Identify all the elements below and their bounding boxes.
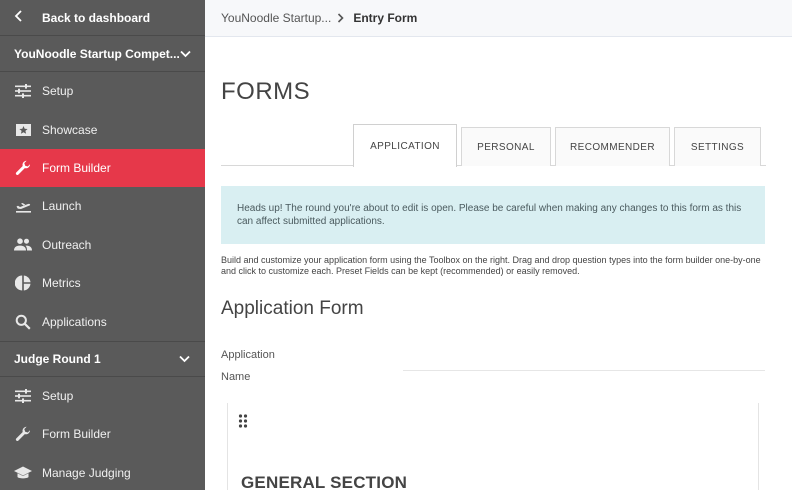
sidebar-item-label: Setup [42,84,74,99]
tab-recommender[interactable]: RECOMMENDER [555,127,670,166]
sidebar-item-label: Form Builder [42,160,111,175]
sidebar-item-round-setup[interactable]: Setup [0,377,205,415]
application-name-label: Application Name [221,344,275,388]
sidebar-item-launch[interactable]: Launch [0,187,205,225]
plane-icon [14,197,32,215]
form-tabs: APPLICATION PERSONAL RECOMMENDER SETTING… [221,124,766,167]
application-name-input[interactable] [403,370,765,371]
back-to-dashboard-label: Back to dashboard [42,10,151,25]
breadcrumb: YouNoodle Startup... Entry Form [205,0,792,37]
graduation-cap-icon [14,464,32,482]
sidebar-item-label: Manage Judging [42,465,131,480]
sidebar-item-setup[interactable]: Setup [0,72,205,110]
round-title: Judge Round 1 [14,351,101,366]
sidebar-item-outreach[interactable]: Outreach [0,226,205,264]
sidebar-item-label: Showcase [42,122,98,137]
sidebar-item-form-builder[interactable]: Form Builder [0,148,205,188]
tab-application[interactable]: APPLICATION [353,124,457,167]
sidebar-item-label: Outreach [42,237,92,252]
sidebar: Back to dashboard YouNoodle Startup Comp… [0,0,205,490]
people-icon [14,236,32,254]
wrench-icon [14,159,32,177]
open-round-alert: Heads up! The round you're about to edit… [221,186,765,244]
breadcrumb-parent-link[interactable]: YouNoodle Startup... [221,11,331,25]
pie-chart-icon [14,274,32,292]
breadcrumb-current: Entry Form [353,11,418,25]
tab-settings[interactable]: SETTINGS [674,127,761,166]
chevron-down-icon [177,352,191,366]
sliders-icon [14,387,32,405]
sidebar-item-label: Setup [42,388,74,403]
back-to-dashboard-link[interactable]: Back to dashboard [0,0,205,36]
sliders-icon [14,82,32,100]
sidebar-item-showcase[interactable]: Showcase [0,110,205,148]
sidebar-item-label: Applications [42,314,107,329]
form-builder-description: Build and customize your application for… [221,255,761,276]
sidebar-item-manage-judging[interactable]: Manage Judging [0,454,205,490]
star-showcase-icon [14,121,32,139]
sidebar-item-metrics[interactable]: Metrics [0,264,205,302]
form-title: Application Form [221,298,364,319]
sidebar-item-label: Form Builder [42,427,111,442]
field-label-line: Name [221,371,251,383]
tab-personal[interactable]: PERSONAL [461,127,551,166]
general-section-card: GENERAL SECTION [227,403,759,490]
sidebar-item-label: Metrics [42,276,81,291]
search-icon [14,313,32,331]
wrench-icon [14,425,32,443]
drag-handle-icon[interactable] [238,414,250,428]
competition-title: YouNoodle Startup Compet... [14,46,180,61]
chevron-down-icon [180,47,191,61]
chevron-right-icon [337,13,347,23]
sidebar-item-label: Launch [42,199,82,214]
field-label-line: Application [221,349,275,361]
competition-section-toggle[interactable]: YouNoodle Startup Compet... [0,36,205,72]
sidebar-item-round-form-builder[interactable]: Form Builder [0,415,205,453]
chevron-left-icon [14,9,32,27]
section-name: GENERAL SECTION [241,473,408,490]
round-section-toggle[interactable]: Judge Round 1 [0,340,205,377]
page-title: FORMS [221,78,311,105]
sidebar-item-applications[interactable]: Applications [0,302,205,340]
